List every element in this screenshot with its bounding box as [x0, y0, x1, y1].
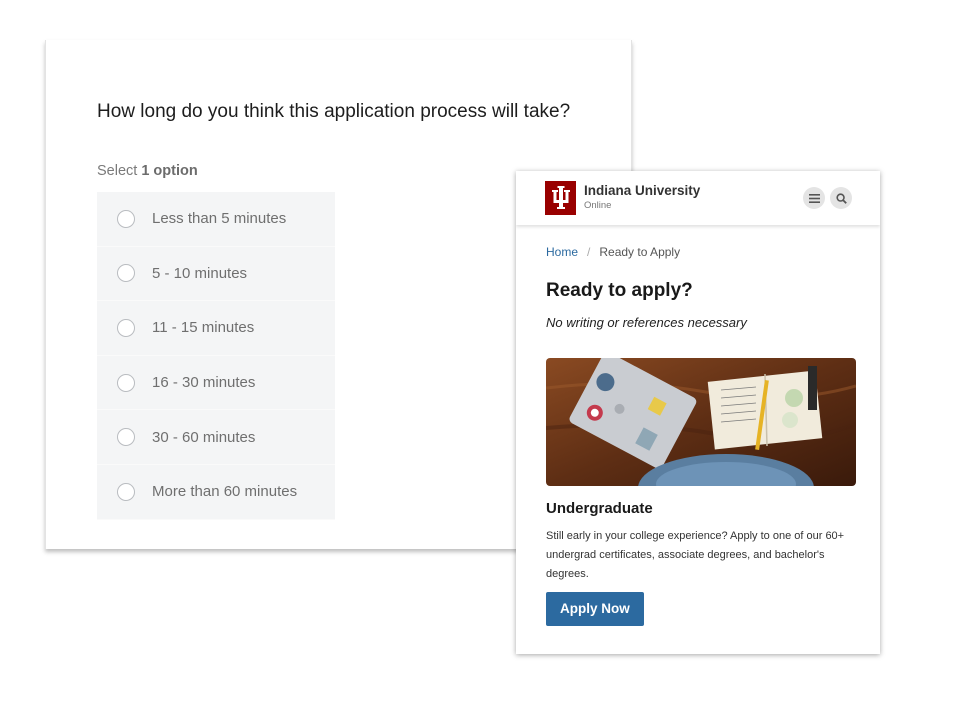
search-icon: [835, 192, 847, 204]
iu-page-preview: Indiana University Online Home / Ready t…: [516, 171, 880, 654]
option-30-60[interactable]: 30 - 60 minutes: [97, 410, 335, 465]
breadcrumb-separator: /: [587, 245, 591, 259]
brand-name: Indiana University: [584, 183, 701, 199]
menu-icon: [808, 193, 820, 203]
brand-subtitle: Online: [584, 200, 612, 212]
menu-button[interactable]: [803, 187, 825, 209]
header-actions: [803, 187, 852, 209]
breadcrumb-current: Ready to Apply: [599, 245, 681, 259]
radio-button[interactable]: [117, 428, 135, 447]
radio-button[interactable]: [117, 318, 135, 337]
page-title: Ready to apply?: [546, 280, 693, 301]
option-label: Less than 5 minutes: [152, 210, 287, 228]
option-label: 11 - 15 minutes: [152, 319, 255, 337]
section-description: Still early in your college experience? …: [546, 530, 845, 580]
option-more-than-60[interactable]: More than 60 minutes: [97, 464, 335, 520]
trident-icon: [551, 186, 570, 209]
answer-options: Less than 5 minutes 5 - 10 minutes 11 - …: [97, 192, 335, 520]
option-16-30[interactable]: 16 - 30 minutes: [97, 355, 335, 411]
survey-question: How long do you think this application p…: [97, 101, 571, 122]
apply-now-button[interactable]: Apply Now: [546, 592, 644, 626]
breadcrumb: Home / Ready to Apply: [546, 245, 856, 259]
hero-image: [546, 358, 856, 486]
page-content: Home / Ready to Apply Ready to apply? No…: [516, 225, 880, 626]
radio-button[interactable]: [117, 264, 135, 283]
page-subtitle: No writing or references necessary: [546, 315, 747, 330]
search-button[interactable]: [830, 187, 852, 209]
radio-button[interactable]: [117, 373, 135, 392]
radio-button[interactable]: [117, 209, 135, 228]
site-header: Indiana University Online: [516, 171, 880, 225]
option-label: 30 - 60 minutes: [152, 428, 256, 446]
breadcrumb-home-link[interactable]: Home: [546, 245, 578, 259]
option-label: 5 - 10 minutes: [152, 264, 248, 282]
option-11-15[interactable]: 11 - 15 minutes: [97, 301, 335, 356]
section-title: Undergraduate: [546, 500, 653, 517]
option-5-10[interactable]: 5 - 10 minutes: [97, 246, 335, 302]
option-label: 16 - 30 minutes: [152, 374, 256, 392]
brand-wordmark[interactable]: Indiana University Online: [584, 183, 701, 212]
select-hint-count: 1 option: [141, 163, 198, 179]
select-hint-prefix: Select: [97, 163, 138, 179]
option-label: More than 60 minutes: [152, 483, 298, 501]
iu-trident-logo[interactable]: [545, 181, 576, 215]
select-hint: Select 1 option: [97, 163, 198, 179]
radio-button[interactable]: [117, 482, 135, 501]
option-less-than-5[interactable]: Less than 5 minutes: [97, 192, 335, 247]
